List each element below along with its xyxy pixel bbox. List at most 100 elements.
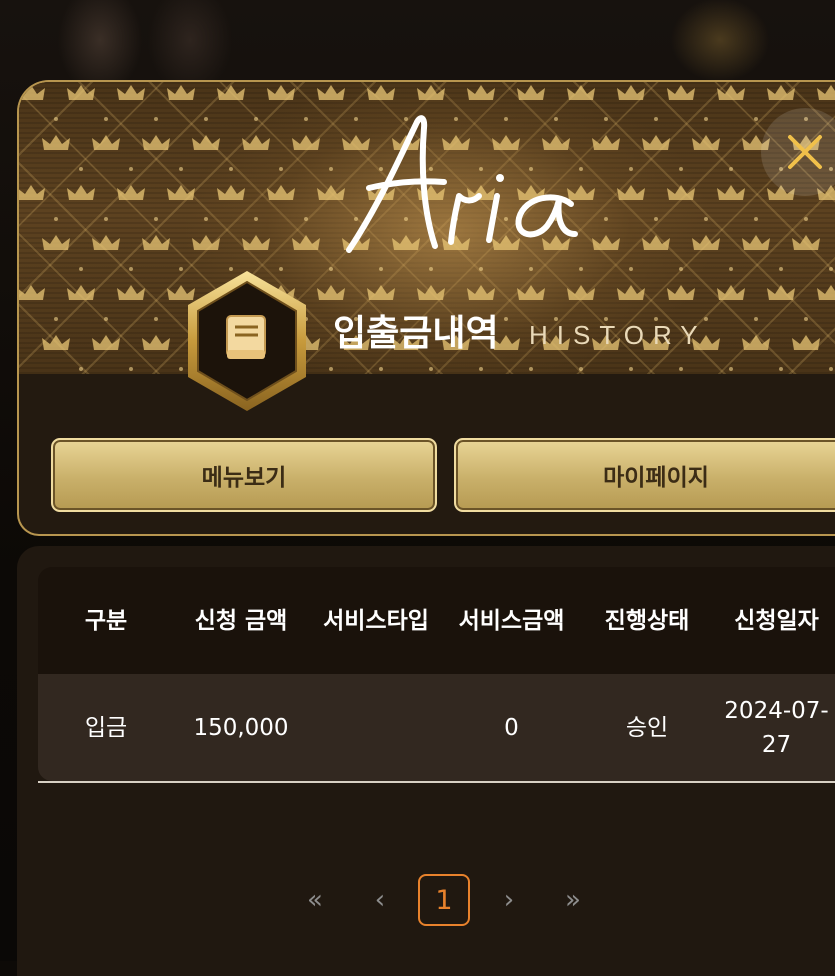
crown-icon [767,285,795,300]
mypage-button[interactable]: 마이페이지 [454,438,835,512]
pattern-dot [604,217,608,221]
crown-icon [517,85,545,100]
aria-logo [346,115,578,253]
next-page-button[interactable]: › [495,874,523,926]
last-page-button[interactable]: » [558,874,588,926]
book-icon [226,315,266,359]
pattern-dot [479,367,483,371]
crown-icon [217,185,245,200]
crown-icon [692,235,720,250]
pattern-dot [279,167,283,171]
pattern-dot [504,317,508,321]
crown-icon [92,235,120,250]
crown-icon [242,235,270,250]
page-1-button[interactable]: 1 [418,874,470,926]
page-subtitle: HISTORY [529,320,707,350]
crown-icon [792,335,820,350]
pattern-dot [304,117,308,121]
pattern-dot [704,117,708,121]
pattern-dot [304,217,308,221]
crown-icon [667,85,695,100]
pattern-dot [704,217,708,221]
crown-icon [67,285,95,300]
crown-icon [242,135,270,150]
pattern-dot [229,167,233,171]
pattern-dot [54,317,58,321]
pattern-dot [754,317,758,321]
crown-icon [567,85,595,100]
crown-icon [767,85,795,100]
pattern-dot [79,267,83,271]
crown-icon [517,285,545,300]
cell-request-amount: 150,000 [193,714,289,741]
pattern-dot [254,217,258,221]
pattern-dot [679,167,683,171]
pattern-dot [579,267,583,271]
pattern-dot [679,367,683,371]
crown-icon [367,285,395,300]
crown-icon [742,335,770,350]
pattern-dot [154,117,158,121]
table-header: 구분 신청 금액 서비스타입 서비스금액 진행상태 신청일자 [38,567,835,674]
cell-status: 승인 [625,714,669,741]
crown-icon [142,335,170,350]
menu-button[interactable]: 메뉴보기 [51,438,437,512]
crown-icon [817,85,835,100]
page-title: 입출금내역 [333,313,499,354]
crown-icon [817,285,835,300]
crown-icon [117,85,145,100]
pattern-dot [729,367,733,371]
pattern-dot [604,117,608,121]
header-service-type: 서비스타입 [323,607,429,634]
crown-icon [717,185,745,200]
pattern-dot [429,367,433,371]
pattern-dot [654,217,658,221]
header-service-amount: 서비스금액 [458,607,565,634]
pattern-dot [654,117,658,121]
crown-icon [167,85,195,100]
pattern-dot [129,267,133,271]
history-modal: 입출금내역 HISTORY 메뉴보기 마이페이지 [17,80,835,536]
crown-icon [417,85,445,100]
pattern-dot [729,167,733,171]
pattern-dot [804,317,808,321]
crown-icon [19,285,45,300]
pattern-dot [529,367,533,371]
crown-icon [317,85,345,100]
pattern-dot [529,267,533,271]
history-badge [188,271,306,411]
crown-icon [667,185,695,200]
header-status: 진행상태 [604,607,690,634]
pattern-dot [104,217,108,221]
crown-icon [192,235,220,250]
pattern-dot [204,217,208,221]
pattern-dot [104,317,108,321]
header-type: 구분 [84,607,128,634]
pattern-dot [754,117,758,121]
pattern-dot [804,217,808,221]
crown-icon [117,185,145,200]
crown-icon [267,185,295,200]
pattern-dot [579,367,583,371]
first-page-button[interactable]: « [300,874,330,926]
crown-icon [742,235,770,250]
pattern-dot [79,367,83,371]
pattern-dot [154,217,158,221]
pattern-dot [329,267,333,271]
pattern-dot [579,167,583,171]
crown-icon [792,235,820,250]
crown-icon [19,85,45,100]
crown-icon [42,335,70,350]
prev-page-button[interactable]: ‹ [366,874,394,926]
crown-icon [67,185,95,200]
pattern-dot [329,367,333,371]
pattern-dot [429,267,433,271]
pattern-dot [754,217,758,221]
pattern-dot [54,217,58,221]
pattern-dot [729,267,733,271]
crown-icon [267,85,295,100]
pattern-dot [829,267,833,271]
history-table: 구분 신청 금액 서비스타입 서비스금액 진행상태 신청일자 입금 150,00… [38,567,835,781]
crown-icon [167,185,195,200]
pattern-dot [254,117,258,121]
